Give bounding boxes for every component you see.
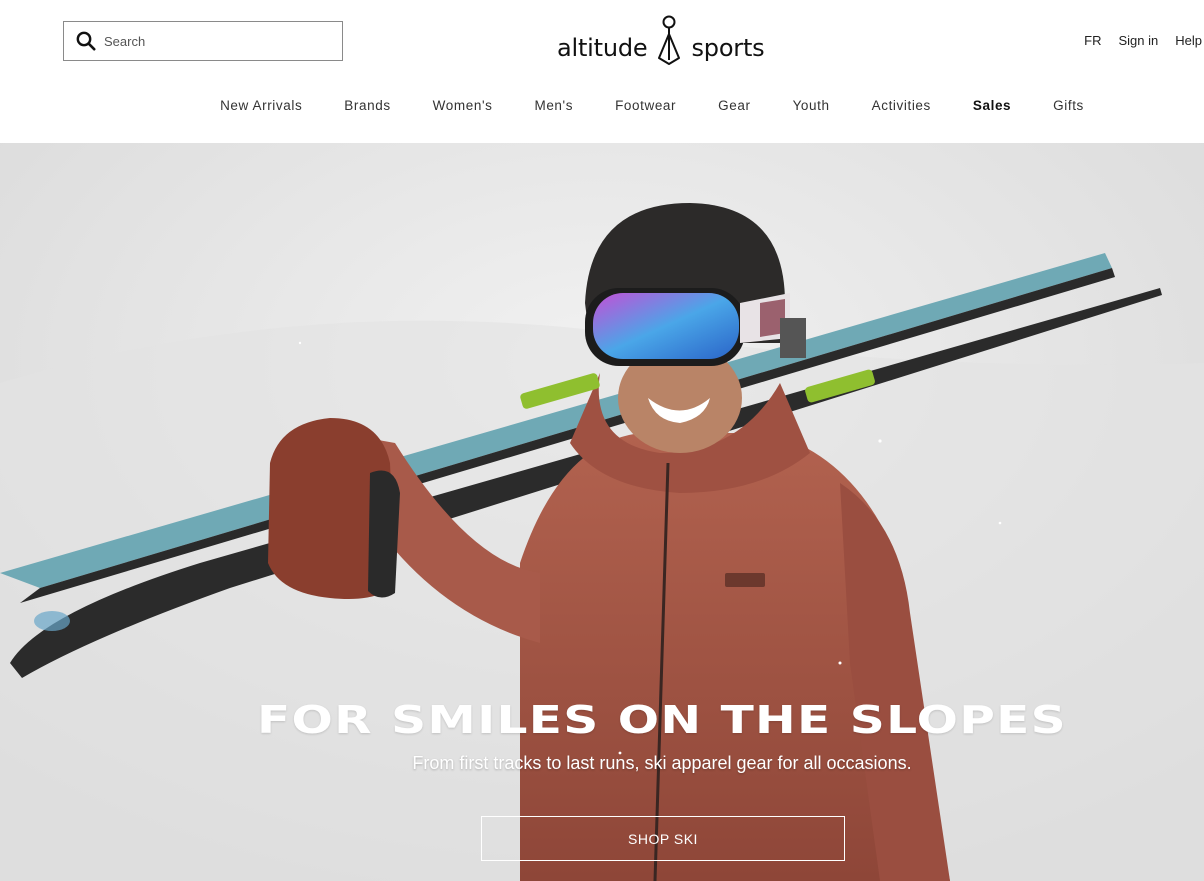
nav-womens[interactable]: Women's — [433, 98, 493, 113]
nav-gear[interactable]: Gear — [718, 98, 750, 113]
nav-footwear[interactable]: Footwear — [615, 98, 676, 113]
logo-mountaineer-icon — [658, 15, 681, 65]
nav-new-arrivals[interactable]: New Arrivals — [220, 98, 302, 113]
nav-brands[interactable]: Brands — [344, 98, 390, 113]
language-toggle[interactable]: FR — [1084, 33, 1101, 48]
search-icon[interactable] — [76, 31, 96, 51]
site-header: altitude sports FR Sign in Help New Arri… — [0, 0, 1204, 143]
site-logo[interactable]: altitude sports — [557, 10, 765, 66]
nav-sales[interactable]: Sales — [973, 98, 1011, 113]
search-input[interactable] — [104, 33, 324, 49]
nav-mens[interactable]: Men's — [534, 98, 573, 113]
hero-banner[interactable]: FOR SMILES ON THE SLOPES From first trac… — [0, 143, 1204, 881]
sign-in-link[interactable]: Sign in — [1119, 33, 1159, 48]
nav-activities[interactable]: Activities — [872, 98, 931, 113]
logo-right-word: sports — [691, 34, 765, 62]
help-link[interactable]: Help — [1175, 33, 1202, 48]
hero-title: FOR SMILES ON THE SLOPES — [257, 698, 1067, 742]
main-nav: New Arrivals Brands Women's Men's Footwe… — [0, 98, 1204, 113]
shop-ski-button[interactable]: SHOP SKI — [481, 816, 845, 861]
hero-subtitle: From first tracks to last runs, ski appa… — [412, 753, 912, 773]
utility-links: FR Sign in Help — [1084, 33, 1202, 48]
search-box[interactable] — [63, 21, 343, 61]
nav-youth[interactable]: Youth — [793, 98, 830, 113]
logo-left-word: altitude — [557, 34, 648, 62]
nav-gifts[interactable]: Gifts — [1053, 98, 1084, 113]
